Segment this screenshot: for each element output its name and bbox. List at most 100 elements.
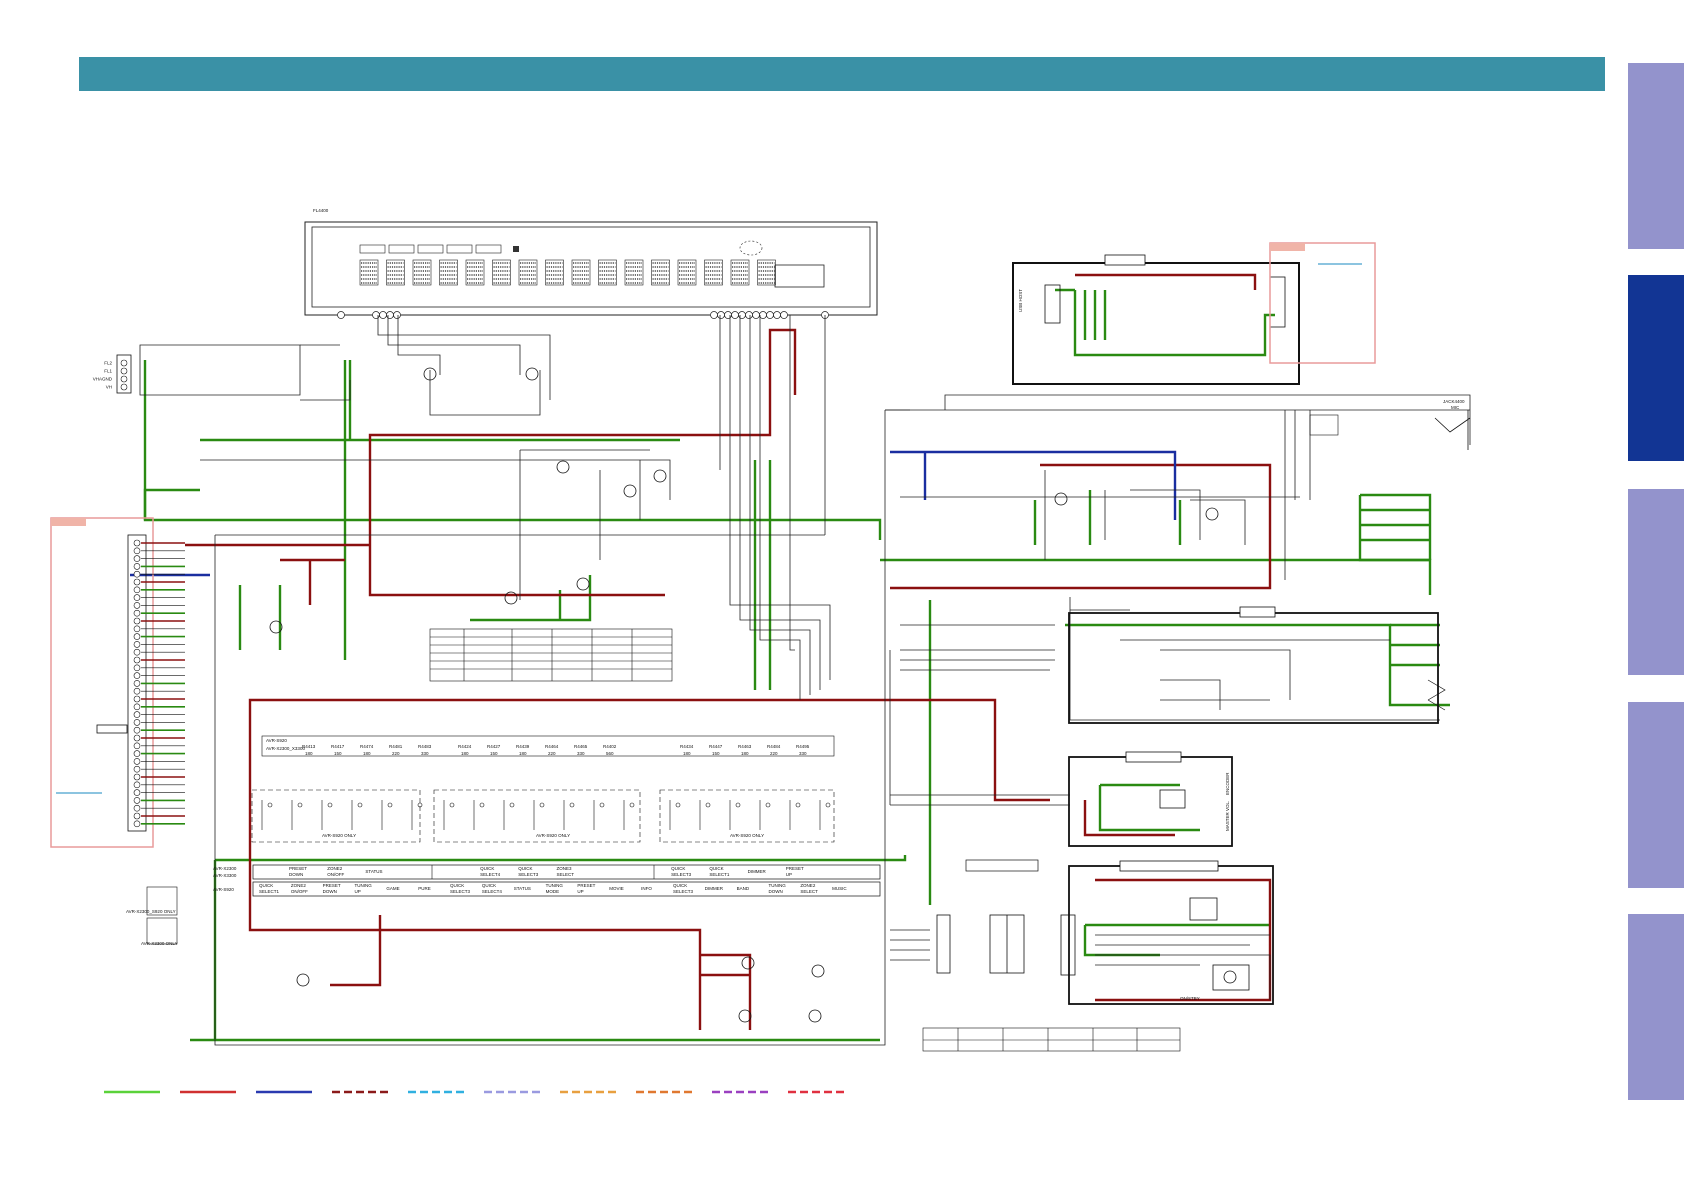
function-label: SELECT4 <box>482 889 503 894</box>
matrix-val: 150 <box>334 751 342 756</box>
matrix-ref: R4447 <box>709 744 723 749</box>
function-label: UP <box>355 889 361 894</box>
function-label: SELECT3 <box>673 889 694 894</box>
matrix-ref: R4434 <box>680 744 694 749</box>
matrix-val: 330 <box>577 751 585 756</box>
matrix-ref: R4474 <box>360 744 374 749</box>
only-label-2: AVR-S920 ONLY <box>536 833 570 838</box>
function-label: PRESET <box>786 866 804 871</box>
label-box <box>965 859 1039 872</box>
switch-label-1: AVR-X2300_S920 ONLY <box>126 909 176 914</box>
function-label: SELECT1 <box>259 889 280 894</box>
matrix-val: 330 <box>799 751 807 756</box>
matrix-ref: R4465 <box>574 744 588 749</box>
function-label: QUICK <box>480 866 494 871</box>
matrix-ref: R4463 <box>738 744 752 749</box>
matrix-ref: R4417 <box>331 744 345 749</box>
function-label: DIMMER <box>705 886 724 891</box>
center-table <box>429 628 673 682</box>
function-label: MODE <box>546 889 560 894</box>
function-label: QUICK <box>450 883 464 888</box>
matrix-val: 180 <box>363 751 371 756</box>
matrix-val: 150 <box>490 751 498 756</box>
matrix-val: 330 <box>421 751 429 756</box>
function-label: SELECT3 <box>671 872 692 877</box>
matrix-ref: R4483 <box>418 744 432 749</box>
only-label-1: AVR-S920 ONLY <box>322 833 356 838</box>
fl-indicator <box>446 244 473 254</box>
switch-label-2: AVR-X3300 ONLY <box>141 941 178 946</box>
encoder-label-1: MASTER VOL. <box>1225 801 1230 831</box>
function-label: DOWN <box>323 889 337 894</box>
fl-indicator-row <box>359 244 519 254</box>
matrix-ref: R4402 <box>603 744 617 749</box>
matrix-val: 220 <box>392 751 400 756</box>
schematic-diagram: FL4400 USB HOST FL2FL1VHAGNDVH AVR-S920 … <box>50 208 1471 1094</box>
function-label: SELECT1 <box>709 872 730 877</box>
fl-digit-block <box>774 264 825 288</box>
matrix-val: 180 <box>683 751 691 756</box>
function-label: UP <box>577 889 583 894</box>
encoder-block: MASTER VOL. ENCODER <box>1068 751 1233 847</box>
matrix-ref: R4413 <box>302 744 316 749</box>
matrix-val: 560 <box>606 751 614 756</box>
switch-label-group: AVR-X2300_S920 ONLY AVR-X3300 ONLY <box>126 886 178 946</box>
fl-connector-pin-label: FL2 <box>104 361 112 366</box>
function-label: MUSIC <box>832 886 847 891</box>
matrix-model1: AVR-S920 <box>266 738 287 743</box>
function-label: QUICK <box>518 866 532 871</box>
matrix-group-2: R4424 180 R4427 150 R4439 180 R4464 220 R4465 330… <box>458 744 617 756</box>
fl-indicator <box>388 244 415 254</box>
function-label: QUICK <box>482 883 496 888</box>
function-label: GAME <box>386 886 399 891</box>
matrix-model2: AVR-X2300_X3300 <box>266 746 305 751</box>
matrix-val: 180 <box>305 751 313 756</box>
function-label: PRESET <box>289 866 307 871</box>
fl-indicator <box>475 244 502 254</box>
matrix-ref: R4439 <box>516 744 530 749</box>
power-switch-block: ON/STBY <box>1060 860 1274 1005</box>
fl-segment-row <box>359 259 776 286</box>
matrix-ref: R4427 <box>487 744 501 749</box>
encoder-label-2: ENCODER <box>1225 772 1230 795</box>
function-table: AVR-X2300 AVR-X3300 AVR-S920 PRESETDOWNZ… <box>213 864 881 897</box>
function-label: SELECT3 <box>450 889 471 894</box>
function-label: QUICK <box>709 866 723 871</box>
bottom-table <box>922 1027 1181 1052</box>
function-label: SELECT <box>800 889 818 894</box>
fl-connector-pin-label: VHAGND <box>93 377 113 382</box>
matrix-val: 180 <box>461 751 469 756</box>
fl-indicator <box>417 244 444 254</box>
fl-power-connector: FL2 FL1 VHAGND VH <box>93 354 132 394</box>
function-label: PRESET <box>323 883 341 888</box>
power-switch-label: ON/STBY <box>1180 996 1200 1001</box>
matrix-ref: R4464 <box>545 744 559 749</box>
usb-label: USB HOST <box>1018 289 1023 312</box>
jack-label: JACK4400 <box>1443 399 1465 404</box>
func-model-b: AVR-X3300 <box>213 873 237 878</box>
function-label: ZONE2 <box>291 883 307 888</box>
matrix-ref: R4484 <box>767 744 781 749</box>
switch-matrix: AVR-S920 AVR-X2300_X3300 R4413 180 R4417 15… <box>251 735 835 843</box>
matrix-group-3: R4434 180 R4447 150 R4463 180 R4484 220 R4495 330 <box>680 744 810 756</box>
function-label: INFO <box>641 886 652 891</box>
function-label: STATUS <box>514 886 531 891</box>
function-label: UP <box>786 872 792 877</box>
func-model-c: AVR-S920 <box>213 887 234 892</box>
function-label: TUNING <box>546 883 564 888</box>
function-label: QUICK <box>259 883 273 888</box>
usb-block: USB HOST <box>1012 242 1376 385</box>
matrix-ref: R4481 <box>389 744 403 749</box>
fl-indicator <box>359 244 386 254</box>
function-label: DOWN <box>289 872 303 877</box>
function-label: DIMMER <box>748 869 767 874</box>
function-label: PRESET <box>577 883 595 888</box>
matrix-ref: R4495 <box>796 744 810 749</box>
function-label: BAND <box>737 886 750 891</box>
matrix-group-1: R4413 180 R4417 150 R4474 180 R4481 220 R4483 330 <box>302 744 432 756</box>
function-label: SELECT3 <box>518 872 539 877</box>
fl-connector-pin-label: FL1 <box>104 369 112 374</box>
fl-display: FL4400 <box>304 208 878 319</box>
function-label: ZONE2 <box>800 883 816 888</box>
matrix-val: 220 <box>548 751 556 756</box>
